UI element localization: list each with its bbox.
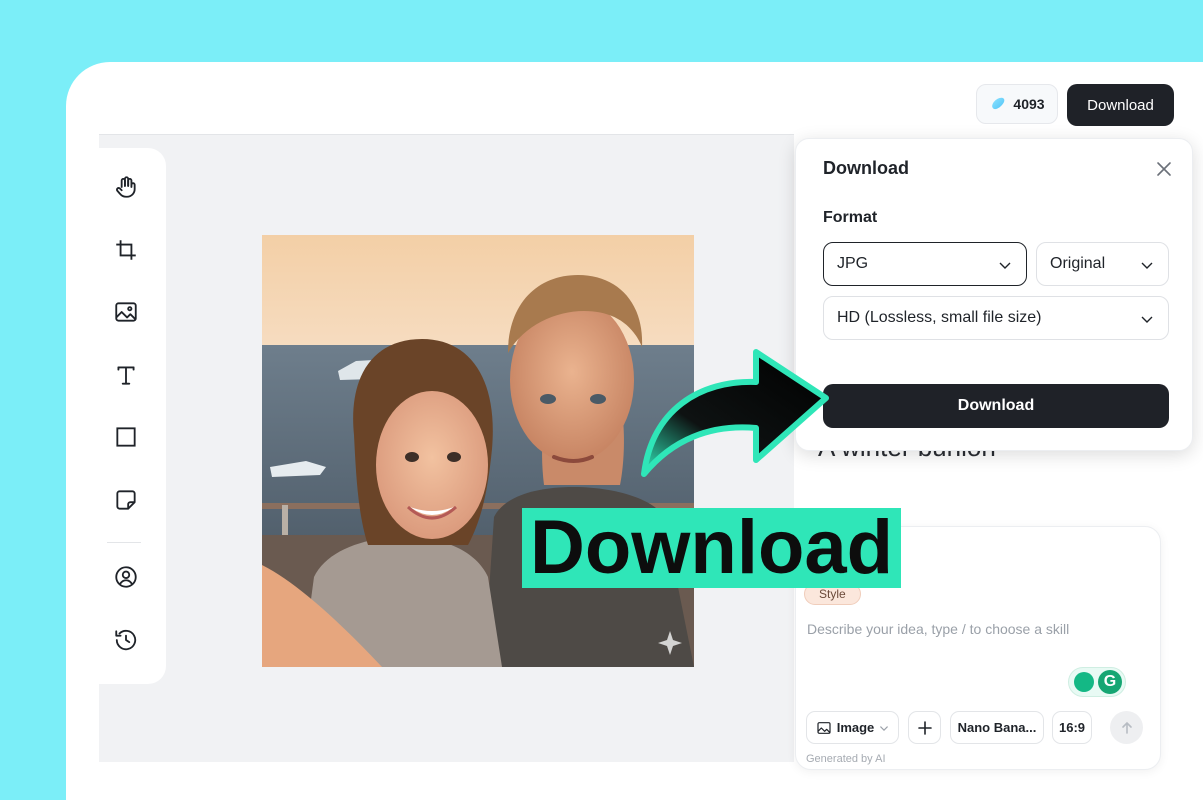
generated-by-ai-note: Generated by AI	[806, 753, 886, 765]
format-label: Format	[823, 209, 878, 226]
curved-arrow-icon	[641, 349, 829, 477]
history-icon	[115, 629, 137, 651]
chevron-down-icon	[1141, 262, 1153, 269]
avatar-icon	[115, 566, 137, 588]
left-toolbar	[99, 148, 166, 684]
format-select-value: JPG	[837, 255, 869, 272]
plus-icon	[917, 720, 932, 735]
text-tool[interactable]	[112, 361, 140, 389]
sticky-note-icon	[116, 490, 136, 510]
size-select[interactable]: Original	[1036, 242, 1169, 286]
hand-tool[interactable]	[112, 173, 140, 201]
prompt-input[interactable]: Describe your idea, type / to choose a s…	[807, 621, 1069, 637]
image-icon	[115, 302, 137, 322]
crop-icon	[116, 240, 136, 260]
image-tool[interactable]	[112, 298, 140, 326]
sticky-note-tool[interactable]	[112, 486, 140, 514]
image-icon	[817, 721, 831, 734]
chevron-down-icon	[1141, 316, 1153, 323]
chevron-down-icon	[999, 262, 1011, 269]
format-select[interactable]: JPG	[823, 242, 1027, 286]
download-headline: Download	[522, 508, 902, 588]
topbar-download-button[interactable]: Download	[1067, 84, 1174, 126]
aspect-ratio-select[interactable]: 16:9	[1052, 711, 1092, 744]
crop-tool[interactable]	[112, 236, 140, 264]
lightbulb-icon	[1074, 672, 1094, 692]
history-tool[interactable]	[112, 626, 140, 654]
hand-icon	[116, 176, 136, 198]
send-button[interactable]	[1110, 711, 1143, 744]
credits-count: 4093	[1013, 96, 1045, 112]
avatar-tool[interactable]	[112, 563, 140, 591]
grammarly-icon: G	[1098, 670, 1122, 694]
model-select[interactable]: Nano Bana...	[950, 711, 1044, 744]
text-icon	[117, 366, 135, 385]
shape-icon	[116, 427, 136, 447]
grammarly-widget[interactable]: G	[1068, 667, 1126, 697]
quality-select-value: HD (Lossless, small file size)	[837, 309, 1042, 326]
dialog-download-button[interactable]: Download	[823, 384, 1169, 428]
size-select-value: Original	[1050, 255, 1106, 272]
download-dialog: Download Format JPG Original HD (Lossles…	[795, 138, 1193, 451]
credit-icon	[992, 97, 1005, 110]
chevron-down-icon	[880, 725, 889, 731]
shape-tool[interactable]	[112, 423, 140, 451]
add-button[interactable]	[908, 711, 941, 744]
quality-select[interactable]: HD (Lossless, small file size)	[823, 296, 1169, 340]
credits-badge[interactable]: 4093	[976, 84, 1058, 124]
dialog-title: Download	[823, 158, 909, 178]
close-icon[interactable]	[1154, 159, 1174, 179]
image-mode-label: Image	[836, 720, 875, 735]
toolbar-divider	[107, 542, 141, 543]
image-mode-button[interactable]: Image	[806, 711, 899, 744]
arrow-up-icon	[1121, 721, 1132, 734]
